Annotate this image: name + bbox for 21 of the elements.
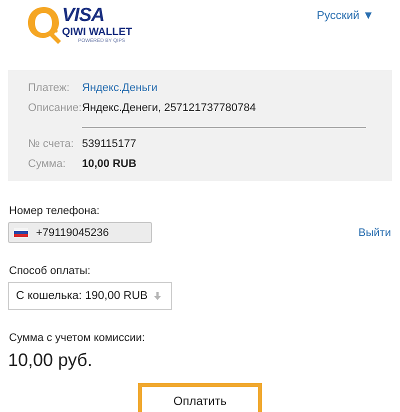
- total-amount: 10,00 руб.: [8, 349, 94, 371]
- total-label: Сумма с учетом комиссии:: [9, 332, 146, 345]
- payment-method-dropdown[interactable]: С кошелька: 190,00 RUB: [8, 282, 172, 310]
- field-value: 10,00 RUB: [82, 158, 136, 170]
- language-selector[interactable]: Русский ▼: [316, 10, 374, 22]
- pay-button[interactable]: Оплатить: [138, 383, 262, 412]
- field-label: Платеж:: [28, 82, 71, 94]
- field-label: Сумма:: [28, 158, 67, 170]
- field-label: Описание:: [28, 102, 82, 114]
- payment-method-label: Способ оплаты:: [9, 265, 92, 278]
- field-value: 539115177: [82, 138, 136, 150]
- phone-label: Номер телефона:: [9, 205, 101, 218]
- product-name: QIWI WALLET: [62, 26, 132, 38]
- down-arrow-icon: [154, 292, 161, 300]
- brand-name: VISA: [62, 7, 106, 25]
- field-value: Яндекс.Денеги, 257121737780784: [82, 102, 256, 114]
- flag-icon: [14, 228, 28, 237]
- logout-link[interactable]: Выйти: [358, 226, 391, 238]
- field-label: № счета:: [28, 138, 75, 150]
- recipient-link[interactable]: Яндекс.Деньги: [82, 82, 158, 94]
- phone-field[interactable]: +79119045236: [8, 222, 152, 243]
